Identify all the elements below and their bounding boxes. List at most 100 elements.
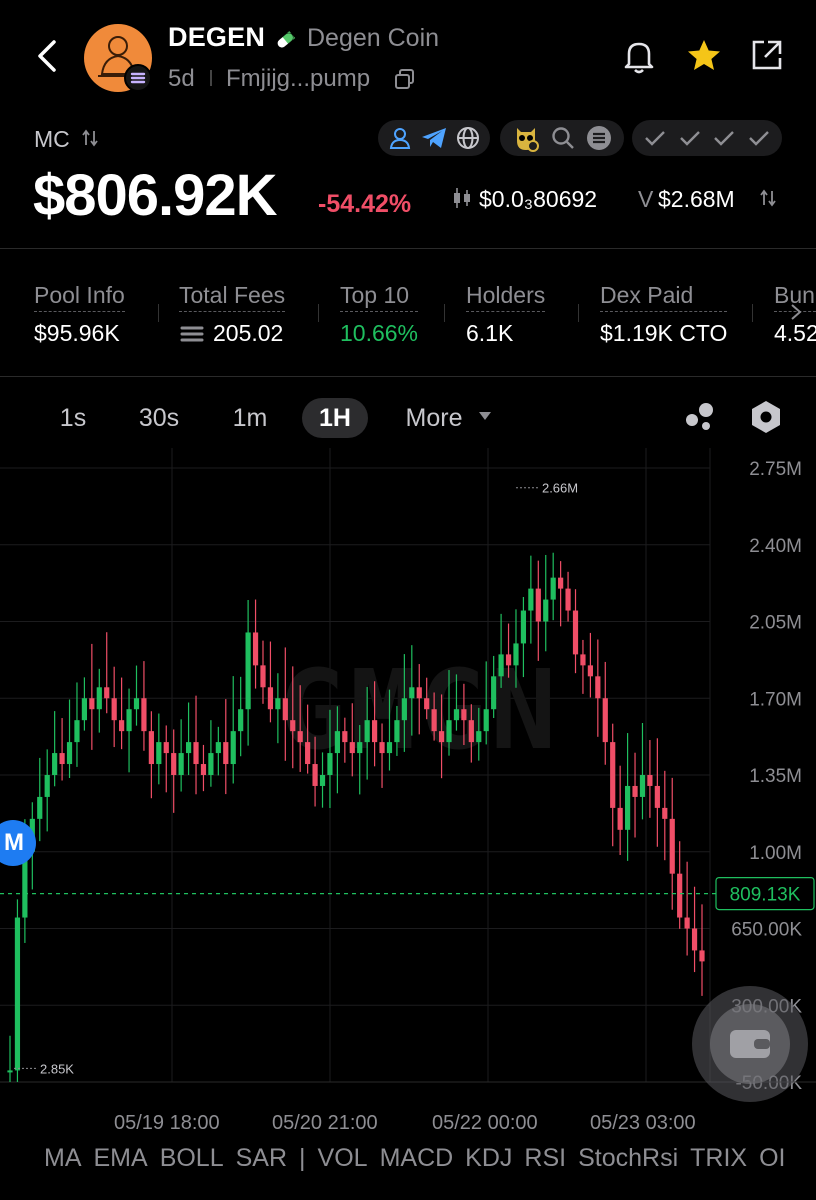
pill-icon bbox=[277, 31, 296, 49]
telegram-icon[interactable] bbox=[420, 125, 448, 151]
star-icon[interactable] bbox=[684, 36, 724, 76]
candle-body bbox=[260, 665, 266, 688]
candle-body bbox=[647, 775, 653, 786]
candle-body bbox=[52, 753, 58, 775]
bubble-map-icon[interactable] bbox=[682, 400, 718, 434]
stat-separator bbox=[578, 304, 579, 322]
candle-body bbox=[513, 643, 519, 666]
candle-body bbox=[334, 731, 340, 754]
market-cap-change: -54.42% bbox=[318, 190, 412, 218]
bell-icon[interactable] bbox=[620, 36, 658, 76]
indicator-rsi[interactable]: RSI bbox=[524, 1144, 566, 1173]
candle-body bbox=[580, 654, 586, 666]
indicator-sar[interactable]: SAR bbox=[236, 1144, 287, 1173]
stat-holders[interactable]: Holders 6.1K bbox=[466, 282, 546, 347]
candle-icon bbox=[454, 188, 470, 208]
audit-pill bbox=[500, 120, 624, 156]
user-icon[interactable] bbox=[387, 125, 413, 151]
list-circle-icon[interactable] bbox=[585, 124, 613, 152]
indicator-macd[interactable]: MACD bbox=[380, 1144, 454, 1173]
indicator-kdj[interactable]: KDJ bbox=[465, 1144, 512, 1173]
indicator-trix[interactable]: TRIX bbox=[690, 1144, 747, 1173]
candle-body bbox=[617, 807, 623, 830]
stat-separator bbox=[158, 304, 159, 322]
candle-body bbox=[372, 720, 378, 743]
candle-body bbox=[126, 709, 132, 732]
candle-body bbox=[215, 742, 221, 754]
y-tick: 650.00K bbox=[731, 920, 802, 941]
candle-body bbox=[290, 720, 296, 732]
candle-body bbox=[342, 731, 348, 743]
candle-body bbox=[662, 807, 668, 819]
timeframe-more[interactable]: More bbox=[396, 398, 472, 438]
copy-icon[interactable] bbox=[394, 68, 416, 90]
timeframe-1h[interactable]: 1H bbox=[302, 398, 368, 438]
candle-body bbox=[208, 753, 214, 775]
indicator-vol[interactable]: VOL bbox=[318, 1144, 368, 1173]
candle-body bbox=[319, 775, 326, 786]
solana-icon bbox=[180, 326, 204, 341]
y-tick: 1.35M bbox=[749, 766, 802, 787]
candle-body bbox=[572, 610, 579, 655]
indicator-stochrsi[interactable]: StochRsi bbox=[578, 1144, 678, 1173]
candle-body bbox=[163, 742, 169, 754]
check-icon bbox=[679, 131, 700, 146]
candle-body bbox=[416, 687, 422, 699]
stat-separator bbox=[444, 304, 445, 322]
candle-body bbox=[364, 720, 370, 743]
candle-body bbox=[282, 698, 288, 721]
indicator-boll[interactable]: BOLL bbox=[160, 1144, 224, 1173]
wallet-button[interactable] bbox=[692, 986, 808, 1102]
timeframe-1m[interactable]: 1m bbox=[222, 398, 278, 438]
candle-body bbox=[639, 775, 646, 797]
back-arrow-icon[interactable] bbox=[28, 36, 68, 76]
token-symbol: DEGEN bbox=[168, 22, 266, 52]
contract-address[interactable]: Fmjijg...pump bbox=[226, 65, 370, 93]
candle-body bbox=[565, 588, 571, 611]
search-icon[interactable] bbox=[550, 125, 576, 151]
solana-chain-icon bbox=[124, 64, 152, 92]
share-icon[interactable] bbox=[748, 36, 786, 74]
chevron-right-icon[interactable] bbox=[788, 302, 804, 322]
divider bbox=[0, 248, 816, 249]
stat-dex-paid[interactable]: Dex Paid $1.19K CTO bbox=[600, 282, 728, 347]
swap-sort-icon[interactable] bbox=[80, 128, 100, 148]
candle-body bbox=[7, 1070, 13, 1073]
owl-icon[interactable] bbox=[511, 123, 541, 153]
stat-label: Dex Paid bbox=[600, 282, 728, 312]
indicator-ema[interactable]: EMA bbox=[94, 1144, 148, 1173]
swap-sort-icon[interactable] bbox=[758, 188, 778, 208]
stat-total-fees[interactable]: Total Fees 205.02 bbox=[179, 282, 286, 347]
candle-body bbox=[200, 764, 207, 775]
candle-body bbox=[238, 709, 244, 732]
stat-top-10[interactable]: Top 10 10.66% bbox=[340, 282, 419, 347]
candle-body bbox=[275, 698, 281, 710]
candle-body bbox=[193, 742, 199, 765]
security-checks-pill[interactable] bbox=[632, 120, 782, 156]
low-marker-label: 2.85K bbox=[40, 1061, 74, 1076]
stat-pool-info[interactable]: Pool Info $95.96K bbox=[34, 282, 125, 347]
timeframe-1s[interactable]: 1s bbox=[50, 398, 96, 438]
candle-body bbox=[677, 873, 683, 918]
stat-label: Total Fees bbox=[179, 282, 286, 312]
candle-body bbox=[438, 731, 445, 743]
timeframe-30s[interactable]: 30s bbox=[126, 398, 192, 438]
indicator-ma[interactable]: MA bbox=[44, 1144, 82, 1173]
divider bbox=[0, 376, 816, 377]
candle-body bbox=[156, 742, 162, 765]
token-name: Degen Coin bbox=[307, 24, 440, 52]
indicator-oi[interactable]: OI bbox=[759, 1144, 785, 1173]
globe-icon[interactable] bbox=[455, 125, 481, 151]
token-price: $0.0₃80692 bbox=[479, 186, 598, 212]
caret-down-icon[interactable] bbox=[478, 410, 492, 422]
candle-body bbox=[104, 687, 110, 699]
candle-body bbox=[96, 687, 102, 710]
wallet-icon bbox=[730, 1030, 770, 1058]
y-tick: 1.70M bbox=[749, 689, 802, 710]
check-icon bbox=[645, 131, 666, 146]
candle-body bbox=[141, 698, 147, 732]
settings-hex-icon[interactable] bbox=[748, 398, 784, 436]
candlestick-chart[interactable]: 2.75M2.40M2.05M1.70M1.35M1.00M650.00K300… bbox=[0, 448, 816, 1108]
candle-body bbox=[691, 928, 698, 951]
candle-body bbox=[476, 731, 482, 743]
